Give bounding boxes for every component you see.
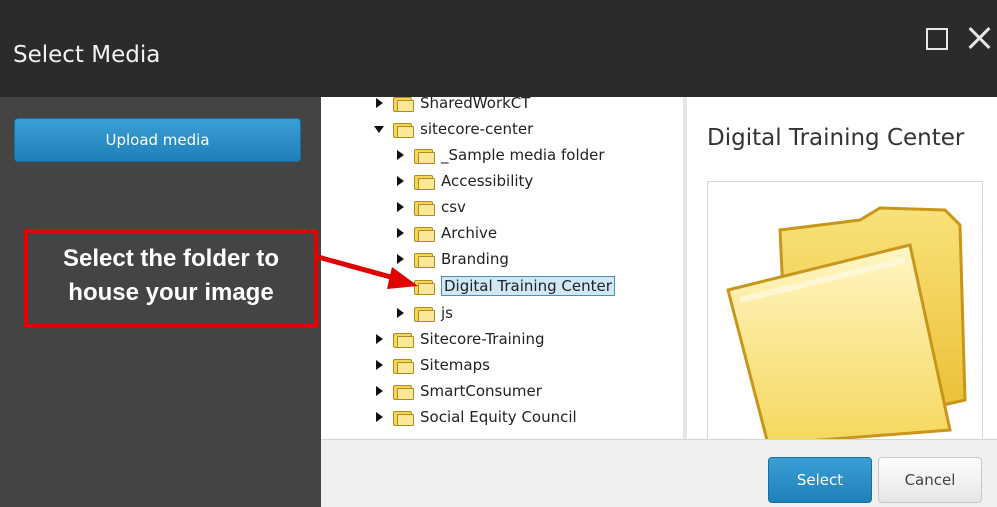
folder-icon: [393, 121, 414, 138]
tree-item-label: Branding: [441, 250, 509, 268]
dialog-title: Select Media: [13, 42, 161, 68]
collapse-arrow-icon[interactable]: [373, 123, 385, 135]
tree-item-label: Accessibility: [441, 172, 534, 190]
dialog-footer: Select Cancel: [321, 439, 997, 507]
folder-icon: [393, 331, 414, 348]
tree-item-sitemaps[interactable]: Sitemaps: [373, 353, 490, 377]
folder-icon: [414, 199, 435, 216]
upload-media-button[interactable]: Upload media: [14, 118, 301, 162]
tree-item-label: Sitemaps: [420, 356, 490, 374]
tree-item-label: csv: [441, 198, 466, 216]
expand-arrow-icon[interactable]: [373, 385, 385, 397]
tree-item-sample-media-folder[interactable]: _Sample media folder: [394, 143, 605, 167]
cancel-button[interactable]: Cancel: [878, 457, 982, 503]
select-button[interactable]: Select: [768, 457, 872, 503]
folder-icon: [726, 206, 967, 439]
expand-arrow-icon[interactable]: [394, 307, 406, 319]
preview-pane: Digital Training Center: [687, 97, 997, 439]
tree-item-sitecore-training[interactable]: Sitecore-Training: [373, 327, 545, 351]
folder-icon: [414, 305, 435, 322]
folder-icon: [393, 357, 414, 374]
expand-arrow-icon[interactable]: [394, 227, 406, 239]
arrow-pointer-icon: [317, 254, 418, 289]
instruction-callout: Select the folder to house your image: [24, 229, 318, 328]
expand-arrow-icon[interactable]: [394, 201, 406, 213]
folder-icon: [393, 97, 414, 112]
tree-item-label: Sitecore-Training: [420, 330, 545, 348]
folder-icon: [414, 147, 435, 164]
tree-item-social-equity-council[interactable]: Social Equity Council: [373, 405, 577, 429]
tree-item-sitecore-center[interactable]: sitecore-center: [373, 117, 533, 141]
tree-item-label: SharedWorkCT: [420, 97, 531, 112]
folder-icon: [393, 383, 414, 400]
folder-icon: [414, 173, 435, 190]
expand-arrow-icon[interactable]: [373, 333, 385, 345]
tree-item-label: Archive: [441, 224, 498, 242]
expand-arrow-icon[interactable]: [373, 97, 385, 109]
expand-arrow-icon[interactable]: [373, 359, 385, 371]
maximize-icon[interactable]: [923, 24, 953, 54]
preview-title: Digital Training Center: [707, 125, 965, 151]
close-icon[interactable]: [964, 24, 994, 54]
callout-line-2: house your image: [68, 279, 274, 306]
folder-icon: [393, 409, 414, 426]
dialog-titlebar: Select Media: [0, 0, 997, 97]
tree-item-js[interactable]: js: [394, 301, 453, 325]
tree-item-label: _Sample media folder: [441, 146, 605, 164]
tree-item-label: sitecore-center: [420, 120, 534, 138]
expand-arrow-icon[interactable]: [394, 149, 406, 161]
tree-item-label-selected: Digital Training Center: [441, 276, 615, 296]
tree-item-accessibility[interactable]: Accessibility: [394, 169, 533, 193]
tree-item-label: SmartConsumer: [420, 382, 542, 400]
tree-item-smartconsumer[interactable]: SmartConsumer: [373, 379, 542, 403]
tree-item-archive[interactable]: Archive: [394, 221, 497, 245]
preview-image-frame: [707, 181, 983, 439]
expand-arrow-icon[interactable]: [394, 175, 406, 187]
tree-item-label: js: [441, 304, 453, 322]
expand-arrow-icon[interactable]: [373, 411, 385, 423]
tree-item-label: Social Equity Council: [420, 408, 577, 426]
tree-item-csv[interactable]: csv: [394, 195, 466, 219]
tree-item-sharedworkct[interactable]: SharedWorkCT: [373, 97, 530, 115]
folder-icon: [414, 225, 435, 242]
callout-line-1: Select the folder to: [62, 245, 280, 272]
